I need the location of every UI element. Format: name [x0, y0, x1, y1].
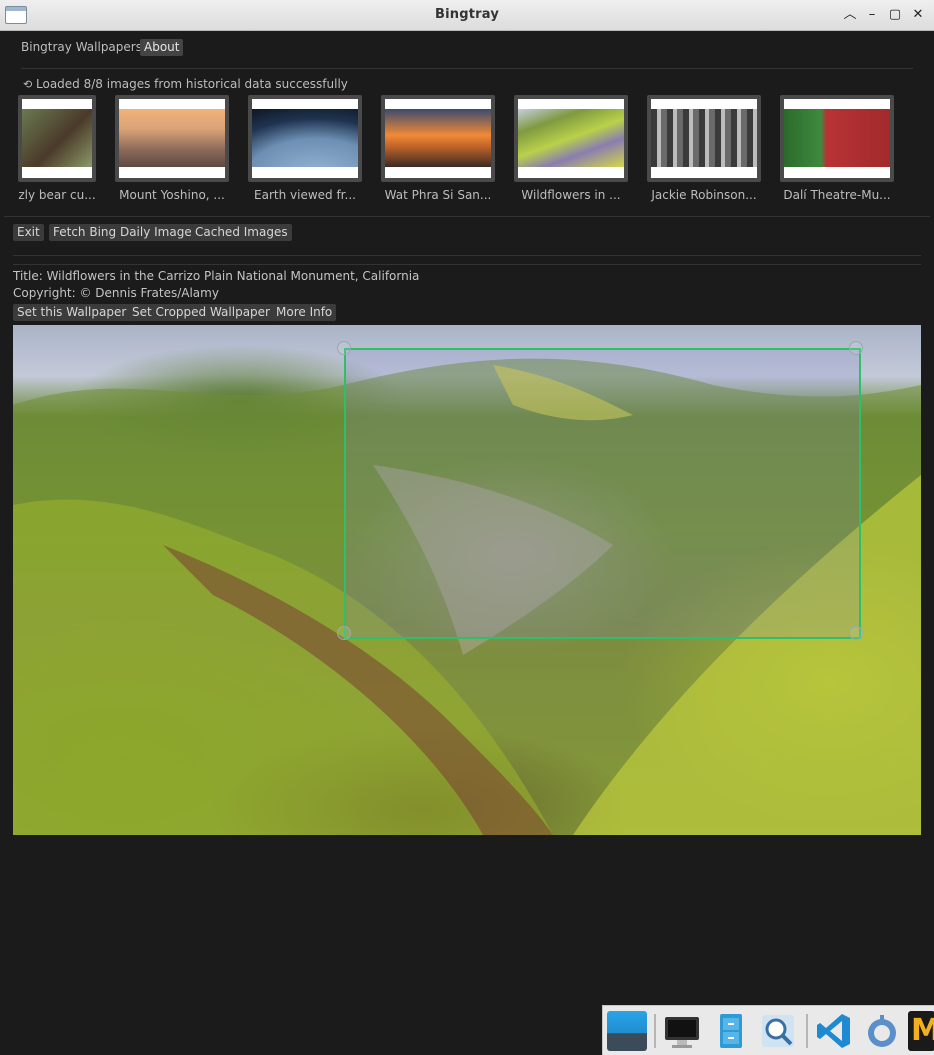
wallpaper-preview[interactable] [13, 325, 921, 835]
thumbnail-caption: Earth viewed fr... [254, 188, 356, 202]
tab-about[interactable]: About [140, 39, 184, 56]
thumbnail-caption: Mount Yoshino, ... [119, 188, 225, 202]
cached-images-button[interactable]: Cached Images [191, 224, 292, 241]
app-m-icon[interactable]: M [908, 1011, 934, 1051]
thumbnail-wat-phra[interactable]: Wat Phra Si San... [381, 95, 495, 202]
thumbnail-caption: Wildflowers in ... [521, 188, 621, 202]
client-area: Bingtray Wallpapers About ⟲ Loaded 8/8 im… [4, 31, 930, 1054]
search-folder-icon[interactable] [758, 1011, 798, 1051]
thumbnail-image [252, 99, 358, 178]
shade-icon[interactable]: ︿ [842, 7, 858, 23]
mascot-icon[interactable] [862, 1011, 902, 1051]
app-window: Bingtray ︿ – ▢ ✕ Bingtray Wallpapers Abo… [0, 0, 934, 1055]
thumbnail-caption: Dalí Theatre-Mu... [783, 188, 891, 202]
exit-button[interactable]: Exit [13, 224, 44, 241]
title-bar[interactable]: Bingtray ︿ – ▢ ✕ [0, 0, 934, 31]
divider [4, 216, 930, 217]
thumbnail-jackie-robinson[interactable]: Jackie Robinson... [647, 95, 761, 202]
thumbnail-caption: zly bear cu... [18, 188, 96, 202]
show-desktop-icon[interactable] [607, 1011, 647, 1051]
close-icon[interactable]: ✕ [910, 7, 926, 23]
window-title: Bingtray [435, 7, 499, 22]
crop-handle-top-right[interactable] [849, 341, 863, 355]
fetch-bing-daily-image-button[interactable]: Fetch Bing Daily Image [49, 224, 196, 241]
thumbnail-image [518, 99, 624, 178]
status-line: ⟲ Loaded 8/8 images from historical data … [23, 77, 348, 91]
crop-handle-bottom-right[interactable] [849, 626, 863, 640]
thumbnail-mount-yoshino[interactable]: Mount Yoshino, ... [115, 95, 229, 202]
divider [13, 255, 921, 256]
tab-bingtray-wallpapers[interactable]: Bingtray Wallpapers [21, 39, 142, 56]
divider [21, 68, 913, 69]
thumbnail-image [651, 99, 757, 178]
thumbnail-image [385, 99, 491, 178]
status-text: Loaded 8/8 images from historical data s… [36, 77, 348, 91]
set-wallpaper-button[interactable]: Set this Wallpaper [13, 304, 131, 321]
thumbnail-image [22, 99, 92, 178]
thumbnail-caption: Wat Phra Si San... [384, 188, 492, 202]
monitor-icon[interactable] [662, 1011, 702, 1051]
taskbar-separator [654, 1014, 656, 1048]
thumbnail-bear[interactable]: zly bear cu... [18, 95, 96, 202]
thumbnail-earth[interactable]: Earth viewed fr... [248, 95, 362, 202]
file-cabinet-icon[interactable] [710, 1011, 750, 1051]
more-info-button[interactable]: More Info [272, 304, 337, 321]
divider [13, 264, 921, 265]
thumbnail-caption: Jackie Robinson... [651, 188, 757, 202]
maximize-icon[interactable]: ▢ [887, 7, 903, 23]
minimize-icon[interactable]: – [864, 7, 880, 23]
taskbar-separator [806, 1014, 808, 1048]
thumbnail-image [119, 99, 225, 178]
vscode-icon[interactable] [814, 1011, 854, 1051]
set-cropped-wallpaper-button[interactable]: Set Cropped Wallpaper [128, 304, 274, 321]
taskbar: M [602, 1005, 934, 1055]
image-copyright: Copyright: © Dennis Frates/Alamy [13, 286, 219, 300]
thumbnail-dali-theatre[interactable]: Dalí Theatre-Mu... [780, 95, 894, 202]
crop-selection[interactable] [344, 348, 861, 639]
crop-handle-top-left[interactable] [337, 341, 351, 355]
image-title: Title: Wildflowers in the Carrizo Plain … [13, 269, 420, 283]
thumbnail-wildflowers[interactable]: Wildflowers in ... [514, 95, 628, 202]
crop-handle-bottom-left[interactable] [337, 626, 351, 640]
thumbnail-image [784, 99, 890, 178]
refresh-icon: ⟲ [23, 78, 33, 91]
